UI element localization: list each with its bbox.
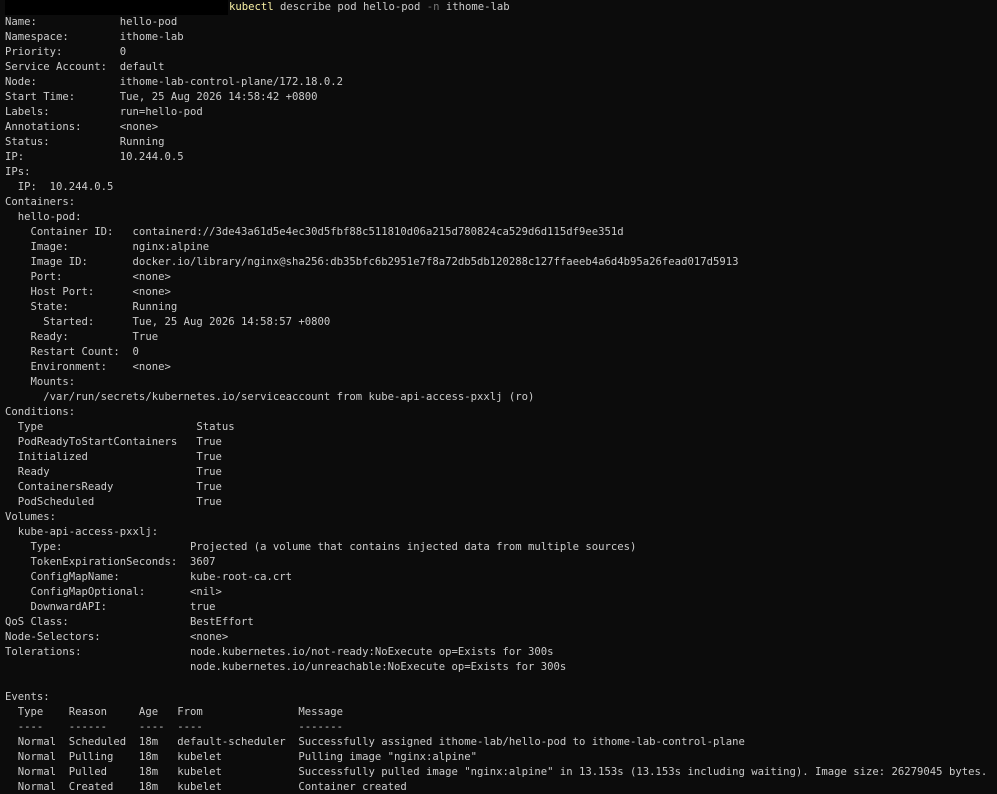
output-line: Start Time: Tue, 25 Aug 2026 14:58:42 +0… [5,91,318,103]
terminal-window[interactable]: kubectl describe pod hello-pod -n ithome… [0,0,997,794]
output-line: Volumes: [5,511,57,523]
output-line: Host Port: <none> [5,286,171,298]
redacted-prompt-bar [5,0,228,15]
output-line: ConfigMapOptional: <nil> [5,586,222,598]
output-line: Node-Selectors: <none> [5,631,229,643]
output-line: Events: [5,691,50,703]
output-line: Ready True [5,466,222,478]
output-line: TokenExpirationSeconds: 3607 [5,556,216,568]
output-line: Port: <none> [5,271,171,283]
output-line: Started: Tue, 25 Aug 2026 14:58:57 +0800 [5,316,331,328]
output-line: DownwardAPI: true [5,601,216,613]
command-namespace: ithome-lab [439,1,510,13]
output-line: node.kubernetes.io/unreachable:NoExecute… [5,661,567,673]
output-line: Normal Scheduled 18m default-scheduler S… [5,736,745,748]
output-line: Type Reason Age From Message [5,706,344,718]
output-line: Normal Created 18m kubelet Container cre… [5,781,407,793]
output-line: Tolerations: node.kubernetes.io/not-read… [5,646,554,658]
output-line: Node: ithome-lab-control-plane/172.18.0.… [5,76,344,88]
output-line: IP: 10.244.0.5 [5,181,114,193]
output-line: kube-api-access-pxxlj: [5,526,159,538]
output-line: Normal Pulling 18m kubelet Pulling image… [5,751,477,763]
output-line: PodScheduled True [5,496,222,508]
output-line: ContainersReady True [5,481,222,493]
output-line: Priority: 0 [5,46,127,58]
output-line: Ready: True [5,331,159,343]
output-line: Namespace: ithome-lab [5,31,184,43]
command-text: kubectl describe pod hello-pod -n ithome… [229,0,510,15]
output-line: Environment: <none> [5,361,171,373]
output-line: Normal Pulled 18m kubelet Successfully p… [5,766,988,778]
output-line: hello-pod: [5,211,82,223]
output-line: ---- ------ ---- ---- ------- [5,721,344,733]
output-line: Containers: [5,196,76,208]
output-line: PodReadyToStartContainers True [5,436,222,448]
output-line: Labels: run=hello-pod [5,106,203,118]
output-line: Image: nginx:alpine [5,241,210,253]
output-line: Service Account: default [5,61,165,73]
command-args: describe pod hello-pod [273,1,427,13]
output-line: Name: hello-pod [5,16,178,28]
output-line: QoS Class: BestEffort [5,616,254,628]
output-line: IP: 10.244.0.5 [5,151,184,163]
output-line: Type: Projected (a volume that contains … [5,541,637,553]
output-line: Type Status [5,421,235,433]
command-flag: -n [426,1,440,13]
output-line: State: Running [5,301,178,313]
output-line: ConfigMapName: kube-root-ca.crt [5,571,293,583]
output-line: /var/run/secrets/kubernetes.io/serviceac… [5,391,535,403]
output-line: Status: Running [5,136,165,148]
output-line: Container ID: containerd://3de43a61d5e4e… [5,226,624,238]
prompt-line: kubectl describe pod hello-pod -n ithome… [5,0,997,15]
output-line: Annotations: <none> [5,121,159,133]
output-line: Initialized True [5,451,222,463]
output-line: Conditions: [5,406,76,418]
command-name: kubectl [229,1,274,13]
output-line: Mounts: [5,376,76,388]
output-line: Restart Count: 0 [5,346,139,358]
output-line: IPs: [5,166,31,178]
command-output: Name: hello-pod Namespace: ithome-lab Prio… [5,15,997,794]
output-line: Image ID: docker.io/library/nginx@sha256… [5,256,739,268]
